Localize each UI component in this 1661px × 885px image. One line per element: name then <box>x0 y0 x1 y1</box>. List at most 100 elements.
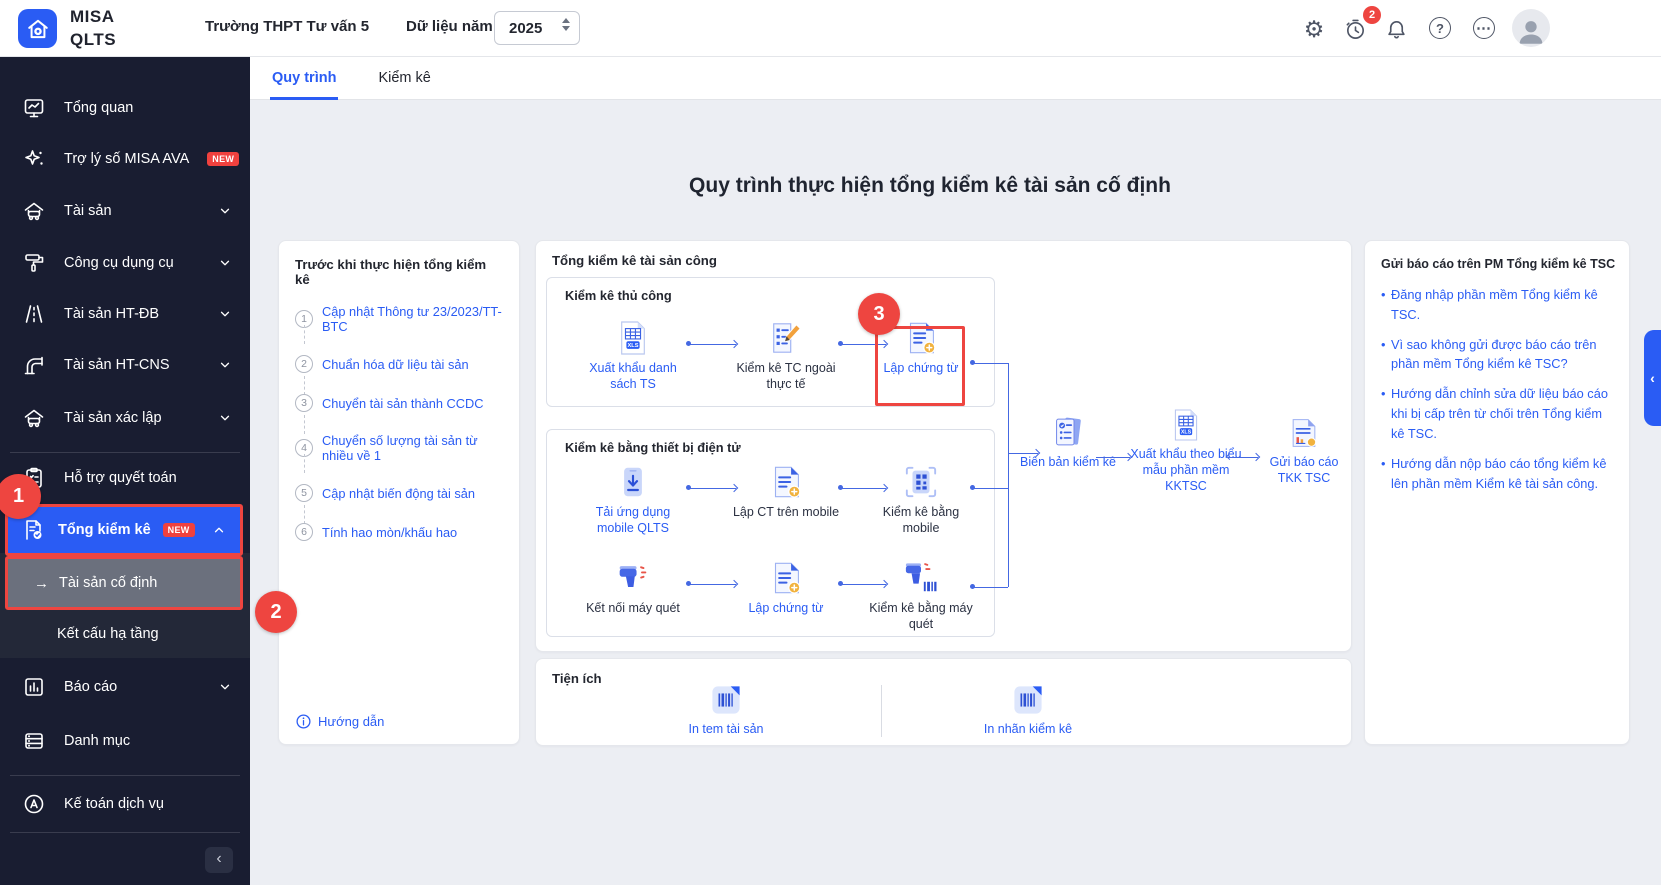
sidebar-subitem-label: Kết cấu hạ tầng <box>57 626 159 642</box>
help-card-title: Gửi báo cáo trên PM Tổng kiểm kê TSC <box>1381 257 1616 271</box>
flow-step-label: Kết nối máy quét <box>586 601 680 615</box>
flow-connector <box>838 581 886 587</box>
qr-phone-icon <box>866 461 976 499</box>
sidebar-item-tai-san[interactable]: Tài sản <box>0 186 250 235</box>
flow-step-label[interactable]: Tải ứng dụng mobile QLTS <box>578 504 688 536</box>
flow-step-count-by-scanner: Kiểm kê bằng máy quét <box>866 557 976 632</box>
app-name-bottom: QLTS <box>70 30 117 49</box>
annotation-badge-2: 2 <box>255 591 297 633</box>
sidebar-collapse-button[interactable] <box>205 847 233 873</box>
document-plus-icon <box>731 461 841 499</box>
new-badge: NEW <box>207 151 240 166</box>
before-step-link[interactable]: Chuyển số lượng tài sản từ nhiều về 1 <box>322 433 503 463</box>
misa-qlts-logo[interactable] <box>18 9 57 48</box>
flow-output-export-template: XLS Xuất khẩu theo biểu mẫu phần mềm KKT… <box>1126 403 1246 494</box>
before-step-link[interactable]: Chuẩn hóa dữ liệu tài sản <box>322 357 469 372</box>
sidebar-item-tong-quan[interactable]: Tổng quan <box>0 83 250 132</box>
flow-output-record: Biên bản kiểm kê <box>1016 411 1120 470</box>
phone-download-icon <box>578 461 688 499</box>
checklist-pencil-icon <box>731 317 841 355</box>
flow-connector-double <box>1096 457 1130 458</box>
guide-link-label: Hướng dẫn <box>318 714 385 729</box>
user-avatar[interactable] <box>1512 9 1550 47</box>
before-step-link[interactable]: Chuyển tài sản thành CCDC <box>322 396 483 411</box>
sidebar-item-danh-muc[interactable]: Danh mục <box>0 716 250 765</box>
electronic-box-title: Kiểm kê bằng thiết bị điện tử <box>565 440 741 455</box>
arrow-right-icon <box>34 575 49 592</box>
manual-box-title: Kiểm kê thủ công <box>565 288 672 303</box>
asset-icon <box>22 199 46 223</box>
help-link[interactable]: Hướng dẫn chỉnh sửa dữ liệu báo cáo khi … <box>1381 384 1613 443</box>
tab-quy-trinh[interactable]: Quy trình <box>270 57 339 100</box>
flow-step-download-mobile-app: Tải ứng dụng mobile QLTS <box>578 461 688 536</box>
accounting-service-icon <box>22 792 46 816</box>
sidebar-item-label: Tài sản xác lập <box>64 409 162 426</box>
step-number-badge: 3 <box>295 394 313 412</box>
sidebar-item-label: Tài sản <box>64 202 112 219</box>
excel-file-icon: XLS <box>1126 403 1246 441</box>
history-badge: 2 <box>1363 6 1381 24</box>
year-select[interactable]: 2025 <box>494 11 580 45</box>
guide-link[interactable]: Hướng dẫn <box>295 713 384 730</box>
svg-text:XLS: XLS <box>628 343 639 349</box>
sidebar-item-misa-ava[interactable]: Trợ lý số MISA AVA NEW <box>0 134 250 183</box>
sidebar-item-tong-kiem-ke[interactable]: Tổng kiểm kê NEW <box>5 504 243 556</box>
barcode-scanner-icon <box>578 557 688 595</box>
history-icon[interactable] <box>1343 17 1367 41</box>
inventory-record-icon <box>1016 411 1120 449</box>
pipe-icon <box>22 353 46 377</box>
utility-print-inventory-labels[interactable]: In nhãn kiểm kê <box>928 683 1128 737</box>
flow-connector-double <box>1225 452 1258 461</box>
sidebar-subitem-ket-cau-ha-tang[interactable]: Kết cấu hạ tầng <box>0 610 250 658</box>
app-name: MISA QLTS <box>70 5 116 51</box>
sidebar-item-tai-san-ht-cns[interactable]: Tài sản HT-CNS <box>0 340 250 389</box>
flow-step-physical-count: Kiểm kê TC ngoài thực tế <box>731 317 841 392</box>
organization-name[interactable]: Trường THPT Tư vấn 5 <box>205 18 369 35</box>
help-link[interactable]: Đăng nhập phần mềm Tổng kiểm kê TSC. <box>1381 285 1613 325</box>
flow-step-label[interactable]: Lập chứng từ <box>731 600 841 616</box>
sidebar-item-label: Tài sản HT-CNS <box>64 356 170 373</box>
dashboard-icon <box>22 96 46 120</box>
top-header: MISA QLTS Trường THPT Tư vấn 5 Dữ liệu n… <box>0 0 1661 57</box>
tab-kiem-ke[interactable]: Kiểm kê <box>376 57 432 99</box>
help-icon[interactable] <box>1429 17 1451 39</box>
settings-icon[interactable] <box>1302 17 1326 41</box>
sidebar-item-tai-san-ht-db[interactable]: Tài sản HT-ĐB <box>0 289 250 338</box>
notifications-bell-icon[interactable] <box>1384 17 1408 41</box>
flow-step-label[interactable]: Lập chứng từ <box>866 360 976 376</box>
before-step-link[interactable]: Cập nhật Thông tư 23/2023/TT-BTC <box>322 304 503 334</box>
utility-label[interactable]: In tem tài sản <box>626 721 826 737</box>
chevron-up-icon <box>212 523 226 537</box>
utility-label[interactable]: In nhãn kiểm kê <box>928 721 1128 737</box>
before-step-link[interactable]: Tính hao mòn/khấu hao <box>322 525 457 540</box>
flow-step-label[interactable]: Gửi báo cáo TKK TSC <box>1256 454 1352 486</box>
sidebar-item-label: Kế toán dịch vụ <box>64 795 164 812</box>
step-number-badge: 4 <box>295 439 313 457</box>
help-link[interactable]: Vì sao không gửi được báo cáo trên phần … <box>1381 335 1613 375</box>
flow-step-label[interactable]: Xuất khẩu danh sách TS <box>578 360 688 392</box>
year-data-label: Dữ liệu năm <box>406 18 493 35</box>
barcode-label-icon <box>626 683 826 715</box>
help-link[interactable]: Hướng dẫn nộp báo cáo tổng kiểm kê lên p… <box>1381 454 1613 494</box>
info-icon <box>295 713 312 730</box>
sidebar-item-cong-cu-dung-cu[interactable]: Công cụ dụng cụ <box>0 238 250 287</box>
step-number-badge: 1 <box>295 310 313 328</box>
scanner-barcode-icon <box>866 557 976 595</box>
page-title: Quy trình thực hiện tổng kiểm kê tài sản… <box>689 174 1171 197</box>
flow-step-export-asset-list: XLS Xuất khẩu danh sách TS <box>578 317 688 392</box>
sidebar-item-ke-toan-dich-vu[interactable]: Kế toán dịch vụ <box>0 779 250 828</box>
app-name-top: MISA <box>70 7 115 26</box>
utility-print-asset-labels[interactable]: In tem tài sản <box>626 683 826 737</box>
side-panel-toggle[interactable] <box>1644 330 1661 426</box>
more-options-icon[interactable] <box>1473 17 1495 39</box>
year-stepper[interactable] <box>562 18 570 31</box>
utilities-card: Tiện ích In tem tài sản In nhãn kiểm kê <box>535 658 1352 746</box>
sidebar-subitem-tai-san-co-dinh[interactable]: Tài sản cố định <box>5 556 243 610</box>
sidebar-item-tai-san-xac-lap[interactable]: Tài sản xác lập <box>0 393 250 442</box>
person-icon <box>1514 14 1548 47</box>
sidebar-item-bao-cao[interactable]: Báo cáo <box>0 662 250 711</box>
list-item: 1 Cập nhật Thông tư 23/2023/TT-BTC <box>295 304 503 344</box>
inventory-check-icon <box>22 518 46 542</box>
before-step-link[interactable]: Cập nhật biến động tài sản <box>322 486 475 501</box>
report-chart-icon <box>22 675 46 699</box>
